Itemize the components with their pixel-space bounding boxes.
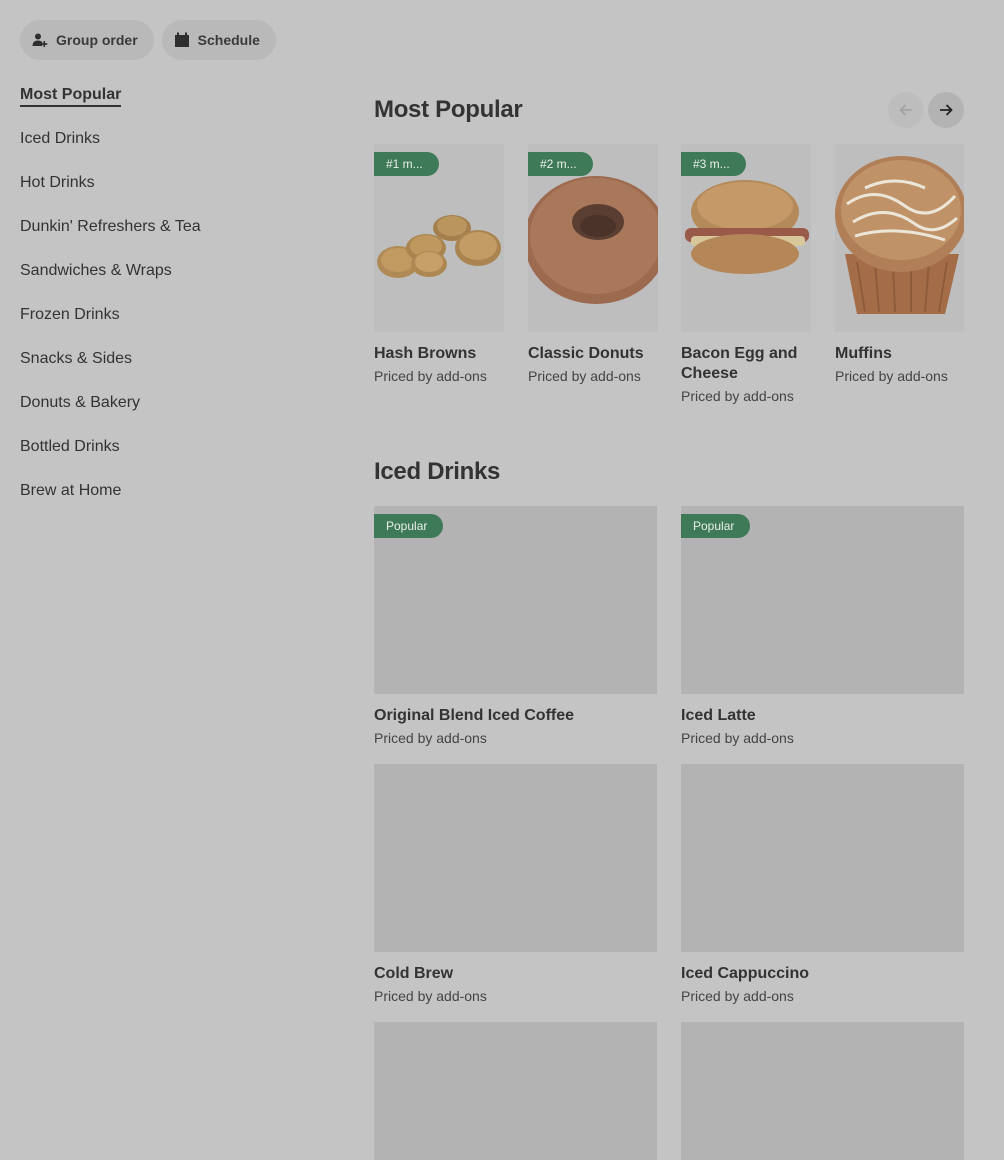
item-image-placeholder xyxy=(681,1022,964,1160)
top-actions: Group order Schedule xyxy=(20,20,276,60)
menu-item-card[interactable] xyxy=(681,1022,964,1160)
item-name: Original Blend Iced Coffee xyxy=(374,707,575,724)
arrow-left-icon xyxy=(899,104,912,116)
rank-badge: #3 m... xyxy=(681,152,746,176)
add-person-icon xyxy=(32,33,48,47)
bacon-egg-cheese-image: #3 m... xyxy=(681,144,811,332)
sidebar-item-brew-at-home[interactable]: Brew at Home xyxy=(20,476,121,520)
sidebar-item-sandwiches-wraps[interactable]: Sandwiches & Wraps xyxy=(20,256,172,300)
sidebar-item-label: Dunkin' Refreshers & Tea xyxy=(20,218,201,235)
menu-item-card[interactable]: Popular Original Blend Iced Coffee Price… xyxy=(374,506,657,747)
menu-item-card[interactable]: #2 m... Classic Donuts Priced by add-ons xyxy=(528,144,658,385)
rank-badge: #2 m... xyxy=(528,152,593,176)
popular-badge: Popular xyxy=(681,514,751,538)
section-title-most-popular: Most Popular xyxy=(374,96,523,123)
item-image-placeholder xyxy=(374,764,657,952)
item-price: Priced by add-ons xyxy=(835,368,948,384)
sidebar-item-bottled-drinks[interactable]: Bottled Drinks xyxy=(20,432,120,476)
classic-donuts-image: #2 m... xyxy=(528,144,658,332)
item-image-placeholder xyxy=(681,764,964,952)
item-price: Priced by add-ons xyxy=(681,388,794,404)
menu-item-card[interactable]: Iced Cappuccino Priced by add-ons xyxy=(681,764,964,1005)
sidebar-item-label: Snacks & Sides xyxy=(20,350,133,367)
sidebar-item-label: Hot Drinks xyxy=(20,174,95,191)
item-name: Muffins xyxy=(835,345,892,362)
item-price: Priced by add-ons xyxy=(528,368,641,384)
item-name: Iced Latte xyxy=(681,707,756,724)
rank-badge: #1 m... xyxy=(374,152,439,176)
sidebar-item-label: Donuts & Bakery xyxy=(20,394,141,411)
sidebar-item-snacks-sides[interactable]: Snacks & Sides xyxy=(20,344,132,388)
menu-item-card[interactable]: Popular Iced Latte Priced by add-ons xyxy=(681,506,964,747)
muffins-image xyxy=(835,144,964,332)
sidebar-item-donuts-bakery[interactable]: Donuts & Bakery xyxy=(20,388,140,432)
menu-item-card[interactable]: Muffins Priced by add-ons xyxy=(835,144,964,385)
section-title-iced-drinks: Iced Drinks xyxy=(374,458,501,485)
sidebar-item-label: Most Popular xyxy=(20,86,122,107)
item-name: Hash Browns xyxy=(374,345,477,362)
menu-item-card[interactable]: #3 m... Bacon Egg and Cheese Priced by a… xyxy=(681,144,811,404)
sidebar-item-label: Bottled Drinks xyxy=(20,438,120,455)
sidebar-item-label: Iced Drinks xyxy=(20,130,101,147)
sidebar-item-label: Sandwiches & Wraps xyxy=(20,262,172,279)
sidebar-item-most-popular[interactable]: Most Popular xyxy=(20,80,122,124)
item-name: Classic Donuts xyxy=(528,345,644,362)
item-price: Priced by add-ons xyxy=(374,368,487,384)
category-sidebar: Most Popular Iced Drinks Hot Drinks Dunk… xyxy=(20,80,320,520)
item-image-placeholder xyxy=(374,1022,657,1160)
carousel-next-button[interactable] xyxy=(928,92,964,128)
item-name: Iced Cappuccino xyxy=(681,965,810,982)
menu-item-card[interactable] xyxy=(374,1022,657,1160)
sidebar-item-label: Frozen Drinks xyxy=(20,306,120,323)
popular-badge: Popular xyxy=(374,514,444,538)
menu-item-card[interactable]: Cold Brew Priced by add-ons xyxy=(374,764,657,1005)
group-order-label: Group order xyxy=(56,32,138,48)
carousel-prev-button[interactable] xyxy=(888,92,924,128)
item-name: Cold Brew xyxy=(374,965,454,982)
hash-browns-image: #1 m... xyxy=(374,144,504,332)
item-price: Priced by add-ons xyxy=(374,988,487,1004)
sidebar-item-label: Brew at Home xyxy=(20,482,122,499)
sidebar-item-iced-drinks[interactable]: Iced Drinks xyxy=(20,124,100,168)
sidebar-item-hot-drinks[interactable]: Hot Drinks xyxy=(20,168,95,212)
schedule-button[interactable]: Schedule xyxy=(161,20,276,60)
sidebar-item-frozen-drinks[interactable]: Frozen Drinks xyxy=(20,300,120,344)
group-order-button[interactable]: Group order xyxy=(20,20,154,60)
sidebar-item-refreshers-tea[interactable]: Dunkin' Refreshers & Tea xyxy=(20,212,201,256)
item-image-placeholder: Popular xyxy=(681,506,964,694)
item-price: Priced by add-ons xyxy=(681,988,794,1004)
most-popular-carousel: #1 m... Hash Browns Priced by add-ons #2… xyxy=(374,144,964,404)
item-name: Bacon Egg and Cheese xyxy=(681,345,798,382)
calendar-icon xyxy=(174,32,189,47)
arrow-right-icon xyxy=(940,104,953,116)
menu-item-card[interactable]: #1 m... Hash Browns Priced by add-ons xyxy=(374,144,504,385)
item-price: Priced by add-ons xyxy=(681,730,794,746)
item-price: Priced by add-ons xyxy=(374,730,487,746)
item-image-placeholder: Popular xyxy=(374,506,657,694)
schedule-label: Schedule xyxy=(197,32,260,48)
carousel-controls xyxy=(888,92,964,128)
